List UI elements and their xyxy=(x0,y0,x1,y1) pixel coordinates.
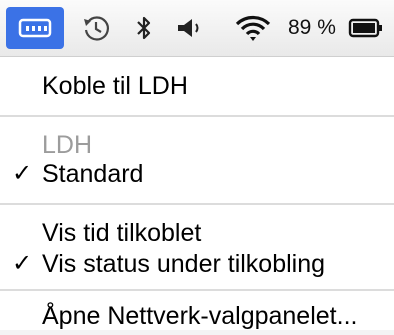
modem-icon xyxy=(18,18,52,38)
checkmark-icon: ✓ xyxy=(12,250,33,277)
status-dropdown-menu: Koble til LDH LDH ✓ Standard Vis tid til… xyxy=(0,57,394,330)
menu-item-label: Koble til LDH xyxy=(42,72,188,100)
menu-separator xyxy=(0,115,394,117)
checkmark-icon: ✓ xyxy=(12,160,33,187)
wifi-icon[interactable] xyxy=(228,0,278,56)
bluetooth-icon[interactable] xyxy=(126,0,162,56)
menu-item-connect[interactable]: Koble til LDH xyxy=(0,67,394,105)
menu-bar: 89 % xyxy=(0,0,394,57)
menu-item-standard[interactable]: ✓ Standard xyxy=(0,155,394,193)
menu-item-open-network-panel[interactable]: Åpne Nettverk-valgpanelet... xyxy=(0,297,394,335)
time-machine-icon[interactable] xyxy=(74,0,118,56)
menu-item-label: Åpne Nettverk-valgpanelet... xyxy=(42,302,358,330)
network-status-icon[interactable] xyxy=(6,7,64,49)
battery-percent[interactable]: 89 % xyxy=(288,0,336,56)
battery-icon[interactable] xyxy=(344,0,388,56)
speaker-volume-icon[interactable] xyxy=(170,0,210,56)
menu-separator xyxy=(0,203,394,205)
menu-separator xyxy=(0,289,394,291)
menu-item-label: Vis status under tilkobling xyxy=(42,250,326,278)
menu-item-label: Standard xyxy=(42,160,144,188)
menu-item-show-status[interactable]: ✓ Vis status under tilkobling xyxy=(0,245,394,283)
